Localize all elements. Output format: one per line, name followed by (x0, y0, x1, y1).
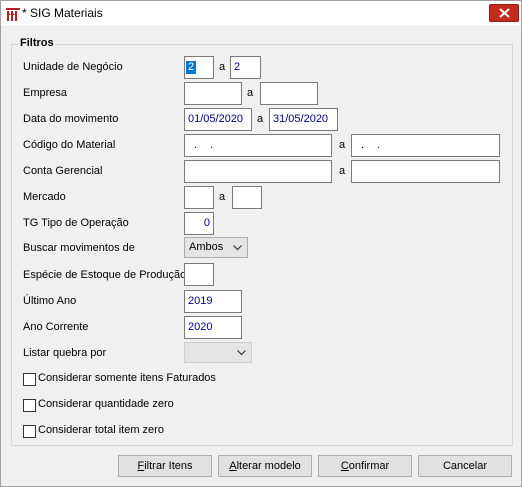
mercado-from-input[interactable] (184, 186, 214, 209)
unidade-from-input[interactable]: 2 (184, 56, 214, 79)
data-movimento-from-input[interactable]: 01/05/2020 (184, 108, 252, 131)
unidade-separator: a (219, 61, 226, 73)
alterar-modelo-button[interactable]: Alterar modelo (218, 455, 312, 477)
conta-gerencial-from-input[interactable] (184, 160, 332, 183)
conta-gerencial-label: Conta Gerencial (23, 165, 103, 177)
conta-gerencial-to-input[interactable] (351, 160, 500, 183)
empresa-from-input[interactable] (184, 82, 242, 105)
codigo-material-label: Código do Material (23, 139, 116, 151)
unidade-label: Unidade de Negócio (23, 61, 123, 73)
tg-tipo-operacao-label: TG Tipo de Operação (23, 217, 129, 229)
codigo-material-separator: a (339, 139, 346, 151)
ano-corrente-label: Ano Corrente (23, 321, 89, 333)
checkbox-box[interactable] (23, 373, 36, 386)
conta-gerencial-separator: a (339, 165, 346, 177)
ultimo-ano-label: Último Ano (23, 295, 77, 307)
listar-quebra-select[interactable] (184, 342, 252, 363)
buscar-movimentos-value: Ambos (189, 241, 224, 253)
filtrar-itens-button[interactable]: Filtrar Itens (118, 455, 212, 477)
mercado-to-input[interactable] (232, 186, 262, 209)
checkbox-label: Considerar total item zero (38, 424, 164, 436)
ano-corrente-input[interactable]: 2020 (184, 316, 242, 339)
data-movimento-label: Data do movimento (23, 113, 119, 125)
considerar-quantidade-zero-checkbox[interactable]: Considerar quantidade zero (23, 398, 183, 413)
buscar-movimentos-select[interactable]: Ambos (184, 237, 248, 258)
codigo-material-to-input[interactable]: . . (351, 134, 500, 157)
listar-quebra-label: Listar quebra por (23, 347, 107, 359)
unidade-from-value: 2 (186, 61, 197, 74)
cancelar-button[interactable]: Cancelar (418, 455, 512, 477)
data-movimento-to-input[interactable]: 31/05/2020 (269, 108, 338, 131)
tg-tipo-operacao-input[interactable]: 0 (184, 212, 214, 235)
filters-title: Filtros (18, 37, 56, 49)
codigo-material-from-input[interactable]: . . (184, 134, 332, 157)
data-movimento-separator: a (257, 113, 264, 125)
checkbox-box[interactable] (23, 425, 36, 438)
considerar-total-item-zero-checkbox[interactable]: Considerar total item zero (23, 424, 173, 439)
checkbox-label: Considerar quantidade zero (38, 398, 174, 410)
mercado-separator: a (219, 191, 226, 203)
confirmar-button[interactable]: Confirmar (318, 455, 412, 477)
empresa-separator: a (247, 87, 254, 99)
window-title: * SIG Materiais (22, 6, 103, 20)
unidade-to-input[interactable]: 2 (230, 56, 261, 79)
buscar-movimentos-label: Buscar movimentos de (23, 242, 135, 254)
close-button[interactable] (489, 4, 519, 22)
mercado-label: Mercado (23, 191, 66, 203)
empresa-label: Empresa (23, 87, 68, 99)
checkbox-label: Considerar somente itens Faturados (38, 372, 216, 384)
chevron-down-icon (233, 245, 242, 251)
close-icon (499, 8, 510, 18)
sig-materiais-dialog: * SIG Materiais Filtros Unidade de Negóc… (0, 0, 522, 487)
title-bar[interactable]: * SIG Materiais (1, 1, 521, 27)
app-logo-icon (5, 6, 21, 22)
considerar-faturados-checkbox[interactable]: Considerar somente itens Faturados (23, 372, 223, 387)
empresa-to-input[interactable] (260, 82, 318, 105)
especie-estoque-input[interactable] (184, 263, 214, 286)
chevron-down-icon (237, 350, 246, 356)
especie-estoque-label: Espécie de Estoque de Produção (23, 269, 187, 281)
checkbox-box[interactable] (23, 399, 36, 412)
ultimo-ano-input[interactable]: 2019 (184, 290, 242, 313)
